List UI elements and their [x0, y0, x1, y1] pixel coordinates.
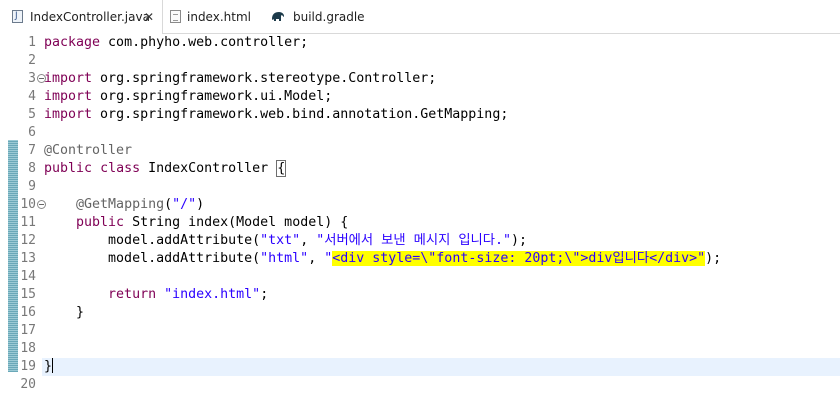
- line-number: 6: [28, 125, 36, 140]
- matching-brace: {: [276, 160, 287, 177]
- annotation: @GetMapping: [76, 197, 165, 212]
- code-line: @Controller: [44, 142, 840, 160]
- code-text: model.addAttribute(: [108, 233, 261, 248]
- code-text: com.phyho.web.controller;: [100, 35, 309, 50]
- code-text: IndexController: [140, 161, 277, 176]
- tab-label: IndexController.java: [30, 10, 150, 24]
- code-text: org.springframework.stereotype.Controlle…: [92, 71, 437, 86]
- keyword: public: [44, 161, 93, 176]
- code-text: }: [44, 359, 53, 374]
- string-literal: "html": [260, 251, 309, 266]
- code-text: }: [44, 305, 85, 320]
- string-literal: "txt": [260, 233, 301, 248]
- line-number: 3: [18, 70, 46, 88]
- code-text: ): [196, 197, 205, 212]
- line-number-text: 3: [28, 71, 36, 86]
- tab-index-html[interactable]: index.html: [164, 0, 264, 34]
- line-number: 14: [20, 269, 36, 284]
- code-line: package com.phyho.web.controller;: [44, 34, 840, 52]
- code-text: model.addAttribute(: [108, 251, 261, 266]
- keyword: public: [76, 215, 125, 230]
- code-text: org.springframework.web.bind.annotation.…: [92, 107, 509, 122]
- line-number: 15: [20, 287, 36, 302]
- line-number: 10: [18, 196, 46, 214]
- line-number-gutter: 1 2 3 4 5 6 7 8 9 10 11 12 13 14 15 16 1…: [18, 34, 46, 394]
- code-text: ,: [300, 233, 317, 248]
- line-number: 4: [28, 89, 36, 104]
- line-number: 18: [20, 341, 36, 356]
- tab-label: build.gradle: [293, 10, 365, 24]
- keyword: return: [108, 287, 157, 302]
- keyword: package: [44, 35, 101, 50]
- code-line: @GetMapping("/"): [44, 196, 840, 214]
- annotation: @Controller: [44, 143, 133, 158]
- line-number: 2: [28, 53, 36, 68]
- line-number: 19: [20, 359, 36, 374]
- tab-build-gradle[interactable]: build.gradle: [268, 0, 378, 34]
- line-number: 20: [20, 377, 36, 392]
- code-line: import org.springframework.stereotype.Co…: [44, 70, 840, 88]
- gradle-elephant-icon: [272, 12, 284, 21]
- keyword: class: [100, 161, 141, 176]
- code-line: return "index.html";: [44, 286, 840, 304]
- java-file-icon: [12, 10, 23, 23]
- line-number: 5: [28, 107, 36, 122]
- code-line: import org.springframework.ui.Model;: [44, 88, 840, 106]
- code-line: model.addAttribute("txt", "서버에서 보낸 메시지 입…: [44, 232, 840, 250]
- code-line: public class IndexController {: [44, 160, 840, 178]
- code-line: public String index(Model model) {: [44, 214, 840, 232]
- code-line: import org.springframework.web.bind.anno…: [44, 106, 840, 124]
- line-number-text: 10: [20, 197, 36, 212]
- line-number: 11: [20, 215, 36, 230]
- string-literal: "index.html": [164, 287, 261, 302]
- tab-index-controller-java[interactable]: IndexController.java ✕: [0, 0, 163, 34]
- text-caret: [52, 358, 54, 373]
- code-text: String index(Model model) {: [124, 215, 349, 230]
- code-text: ,: [308, 251, 325, 266]
- line-number: 9: [28, 179, 36, 194]
- line-number: 8: [28, 161, 36, 176]
- line-number: 16: [20, 305, 36, 320]
- line-number: 7: [28, 143, 36, 158]
- code-line: model.addAttribute("html", "<div style=\…: [44, 250, 840, 268]
- code-editor[interactable]: 1 2 3 4 5 6 7 8 9 10 11 12 13 14 15 16 1…: [0, 34, 840, 420]
- keyword: import: [44, 89, 93, 104]
- html-file-icon: [170, 10, 181, 23]
- change-marker-bar: [8, 140, 18, 372]
- code-text: );: [511, 233, 528, 248]
- code-text: (: [164, 197, 173, 212]
- line-number: 1: [28, 35, 36, 50]
- code-line: }: [44, 304, 840, 322]
- line-number: 13: [20, 251, 36, 266]
- current-code-line: }: [42, 358, 840, 376]
- editor-tab-bar: IndexController.java ✕ index.html build.…: [0, 0, 840, 34]
- code-text: org.springframework.ui.Model;: [92, 89, 333, 104]
- highlighted-string-literal: <div style=\"font-size: 20pt;\">div입니다</…: [332, 251, 706, 266]
- line-number: 12: [20, 233, 36, 248]
- keyword: import: [44, 71, 93, 86]
- close-tab-icon[interactable]: ✕: [144, 0, 154, 34]
- string-literal: "/": [172, 197, 197, 212]
- code-text: ;: [260, 287, 269, 302]
- code-text: );: [705, 251, 722, 266]
- string-literal: "서버에서 보낸 메시지 입니다.": [316, 233, 512, 248]
- overview-ruler: [0, 34, 20, 420]
- code-text-area[interactable]: package com.phyho.web.controller; import…: [42, 34, 840, 394]
- line-number: 17: [20, 323, 36, 338]
- tab-label: index.html: [187, 10, 251, 24]
- keyword: import: [44, 107, 93, 122]
